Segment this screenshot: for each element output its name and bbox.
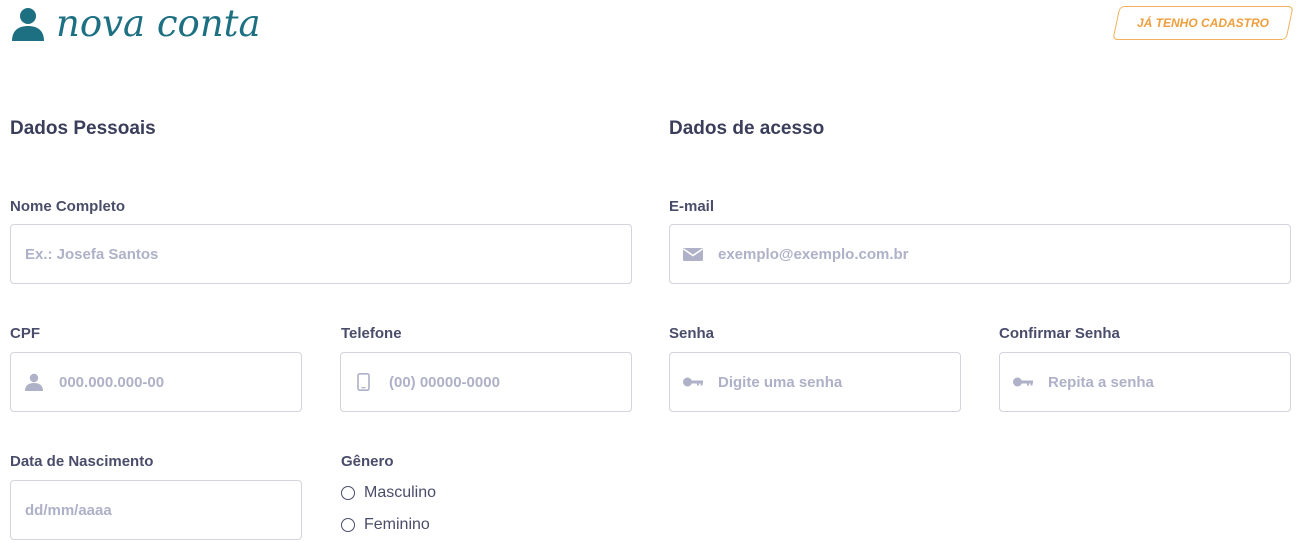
user-icon [12,8,44,41]
gender-option-label: Feminino [364,516,430,533]
radio-button[interactable] [341,518,355,532]
personal-data-heading: Dados Pessoais [10,118,156,139]
phone-label: Telefone [341,325,402,342]
key-icon [1013,377,1033,387]
confirm-password-field[interactable] [999,352,1291,412]
gender-label: Gênero [341,453,394,470]
birth-date-label: Data de Nascimento [10,453,154,470]
password-field[interactable] [669,352,961,412]
email-label: E-mail [669,198,715,215]
access-data-heading: Dados de acesso [669,118,825,139]
birth-date-field[interactable] [10,480,302,540]
confirm-password-label: Confirmar Senha [999,325,1120,342]
mobile-phone-icon [357,373,370,391]
full-name-label: Nome Completo [10,198,126,215]
page-title: nova conta [56,2,261,45]
cpf-field[interactable] [10,352,302,412]
full-name-input[interactable] [23,244,631,264]
birth-date-input[interactable] [23,500,301,520]
password-input[interactable] [716,372,960,392]
radio-button[interactable] [341,486,355,500]
gender-option-male[interactable]: Masculino [341,484,436,502]
cpf-label: CPF [10,325,40,342]
already-registered-button[interactable]: JÁ TENHO CADASTRO [1112,6,1294,40]
cpf-input[interactable] [57,372,301,392]
gender-option-label: Masculino [364,484,437,501]
email-field[interactable] [669,224,1291,284]
password-label: Senha [669,325,715,342]
confirm-password-input[interactable] [1046,372,1290,392]
key-icon [683,377,703,387]
email-input[interactable] [716,244,1290,264]
user-icon [25,373,43,391]
full-name-field[interactable] [10,224,632,284]
envelope-icon [683,248,703,261]
already-registered-label: JÁ TENHO CADASTRO [1136,16,1269,30]
gender-option-female[interactable]: Feminino [341,516,430,534]
phone-field[interactable] [340,352,632,412]
page-header: nova conta [10,2,261,46]
phone-input[interactable] [387,372,631,392]
